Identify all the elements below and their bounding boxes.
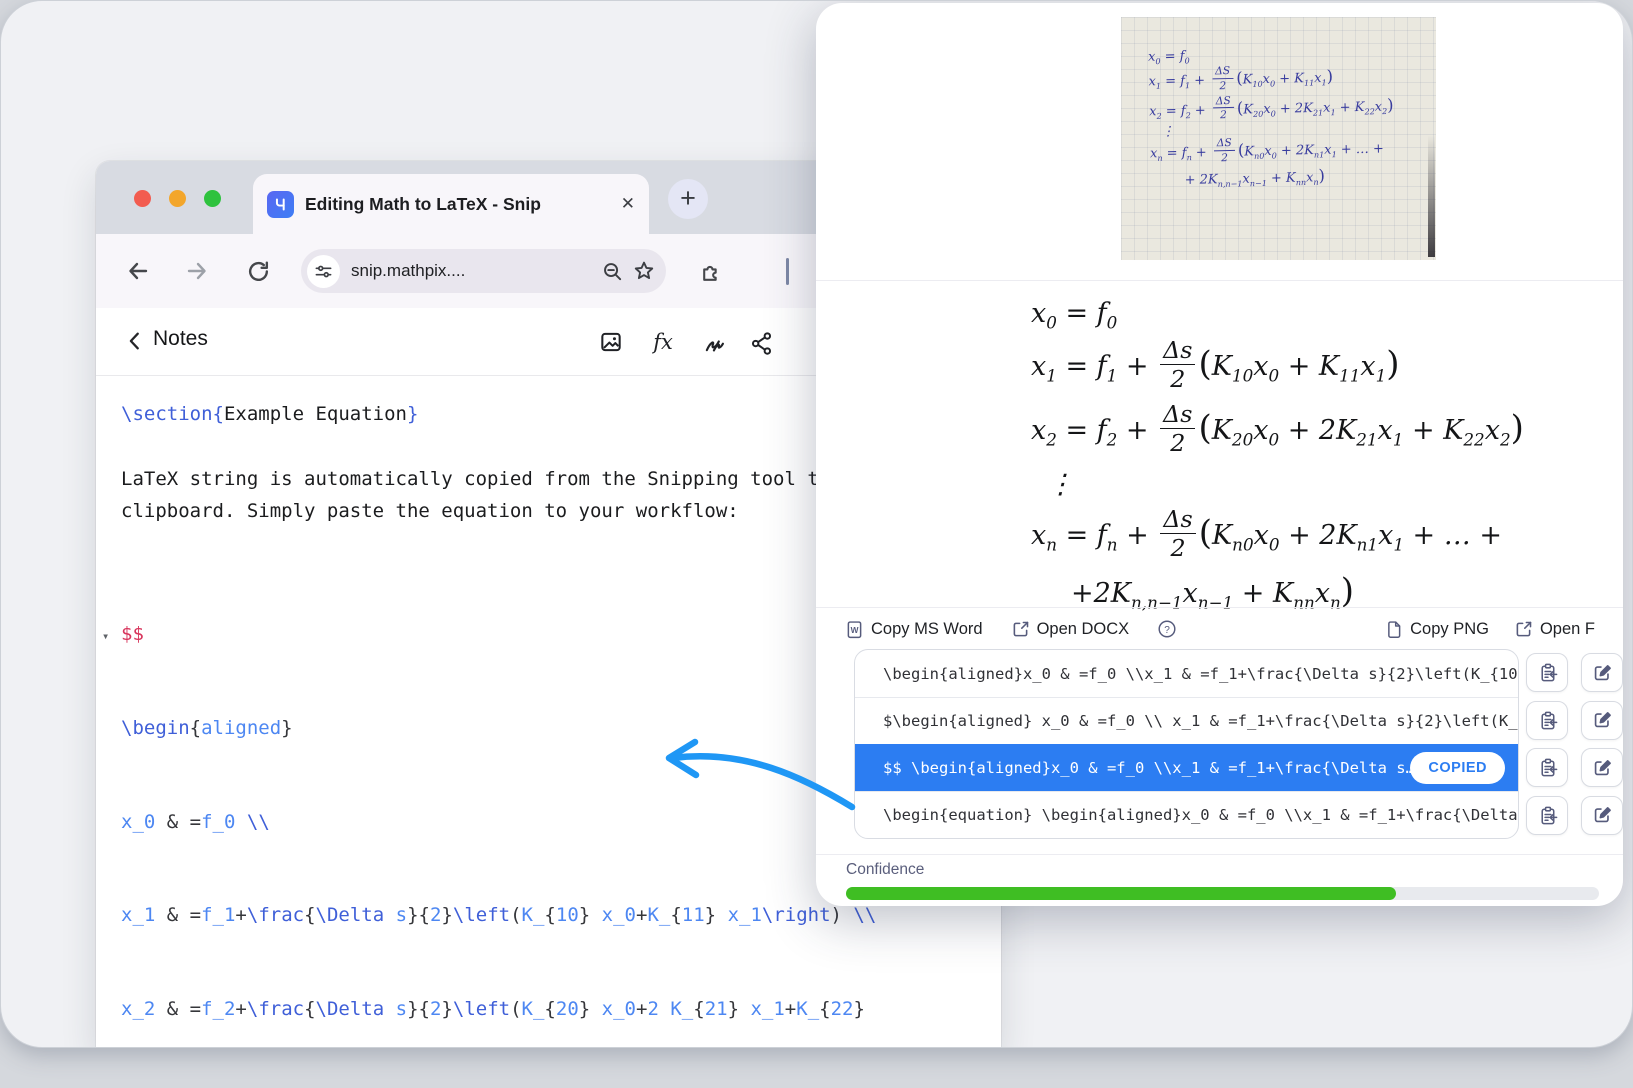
copy-png-button[interactable]: Copy PNG xyxy=(1383,619,1489,640)
row-action-buttons-column xyxy=(1526,649,1623,839)
insert-equation-icon[interactable]: fx xyxy=(648,327,678,357)
code-line: x_2 & =f_2+\frac{\Delta s}{2}\left(K_{20… xyxy=(121,994,876,1025)
back-button[interactable] xyxy=(118,251,158,291)
section-title: Example Equation xyxy=(224,403,407,425)
handwritten-line: + 2Kn,n−1xn−1 + Knnxn) xyxy=(1184,164,1431,190)
code-line: x_0 & =f_0 \\ xyxy=(121,807,876,838)
window-minimize-button[interactable] xyxy=(169,190,186,207)
handwritten-line: x0 = f0 xyxy=(1148,44,1429,66)
section-command: \section{ xyxy=(121,403,224,425)
open-docx-button[interactable]: Open DOCX xyxy=(1010,619,1130,640)
confidence-bar-fill xyxy=(846,887,1396,900)
copy-to-clipboard-button[interactable] xyxy=(1526,653,1568,692)
math-line: ⋮ xyxy=(1047,468,1524,502)
screenshot-canvas: Editing Math to LaTeX - Snip ✕ + snip.ma… xyxy=(0,0,1633,1088)
copy-ms-word-button[interactable]: W Copy MS Word xyxy=(844,619,983,640)
open-file-button[interactable]: Open F xyxy=(1513,619,1595,640)
rendered-math-preview: x0 = f0 x1 = f1 + Δs2(K10x0 + K11x1) x2 … xyxy=(1031,297,1524,622)
edit-format-button[interactable] xyxy=(1581,701,1623,740)
insert-image-icon[interactable] xyxy=(596,327,626,357)
toolbar-divider xyxy=(786,258,789,285)
screenshot-frame: Editing Math to LaTeX - Snip ✕ + snip.ma… xyxy=(0,0,1633,1048)
snipped-photo: x0 = f0 x1 = f1 + ΔS2(K10x0 + K11x1) x2 … xyxy=(1121,17,1436,260)
extensions-puzzle-icon[interactable] xyxy=(691,251,731,291)
url-text: snip.mathpix.... xyxy=(351,261,593,281)
share-icon[interactable] xyxy=(746,327,776,357)
confidence-divider xyxy=(816,854,1623,855)
math-line: x1 = f1 + Δs2(K10x0 + K11x1) xyxy=(1031,340,1524,395)
address-bar[interactable]: snip.mathpix.... xyxy=(301,249,666,293)
section-line: \section{Example Equation} xyxy=(121,403,418,425)
copy-to-clipboard-button[interactable] xyxy=(1526,748,1568,787)
math-line: x0 = f0 xyxy=(1031,297,1524,331)
draw-pen-icon[interactable] xyxy=(700,327,730,357)
help-icon[interactable]: ? xyxy=(1156,618,1178,640)
handwritten-line: x2 = f2 + ΔS2(K20x0 + 2K21x1 + K22x2) xyxy=(1149,93,1430,125)
mathpix-snip-panel: x0 = f0 x1 = f1 + ΔS2(K10x0 + K11x1) x2 … xyxy=(816,3,1623,906)
math-line: xn = fn + Δs2(Kn0x0 + 2Kn1x1 + … + xyxy=(1031,509,1524,564)
photo-edge-shadow xyxy=(1428,135,1435,257)
bookmark-star-icon[interactable] xyxy=(632,259,656,283)
code-line: x_1 & =f_1+\frac{\Delta s}{2}\left(K_{10… xyxy=(121,900,876,931)
edit-format-button[interactable] xyxy=(1581,796,1623,835)
math-line: x2 = f2 + Δs2(K20x0 + 2K21x1 + K22x2) xyxy=(1031,404,1524,459)
confidence-label: Confidence xyxy=(846,861,924,879)
body-paragraph: LaTeX string is automatically copied fro… xyxy=(121,463,923,527)
edit-format-button[interactable] xyxy=(1581,653,1623,692)
confidence-bar-track xyxy=(846,887,1599,900)
svg-text:W: W xyxy=(851,624,859,634)
zoom-out-icon[interactable] xyxy=(601,260,624,283)
code-line: \begin{aligned} xyxy=(121,713,876,744)
svg-text:?: ? xyxy=(1164,625,1170,636)
copy-to-clipboard-button[interactable] xyxy=(1526,701,1568,740)
window-zoom-button[interactable] xyxy=(204,190,221,207)
format-row-aligned[interactable]: \begin{aligned}x_0 & =f_0 \\x_1 & =f_1+\… xyxy=(855,650,1518,697)
site-settings-icon[interactable] xyxy=(307,255,340,288)
fold-triangle-icon[interactable]: ▾ xyxy=(102,621,109,652)
notes-back-button[interactable] xyxy=(124,330,146,352)
format-row-display-dollar-selected[interactable]: $$ \begin{aligned}x_0 & =f_0 \\x_1 & =f_… xyxy=(855,744,1518,791)
handwritten-equations: x0 = f0 x1 = f1 + ΔS2(K10x0 + K11x1) x2 … xyxy=(1121,17,1436,191)
reload-button[interactable] xyxy=(238,251,278,291)
format-row-equation[interactable]: \begin{equation} \begin{aligned}x_0 & =f… xyxy=(855,791,1518,838)
section-close-brace: } xyxy=(407,403,418,425)
copy-to-clipboard-button[interactable] xyxy=(1526,796,1568,835)
panel-divider xyxy=(816,280,1623,281)
handwritten-line: xn = fn + ΔS2(Kn0x0 + 2Kn1x1 + … + xyxy=(1150,135,1431,167)
export-actions-row: W Copy MS Word Open DOCX ? Copy PNG Open… xyxy=(816,607,1623,650)
tab-close-icon[interactable]: ✕ xyxy=(621,194,635,214)
handwritten-line: x1 = f1 + ΔS2(K10x0 + K11x1) xyxy=(1148,63,1429,95)
tab-title: Editing Math to LaTeX - Snip xyxy=(305,194,615,215)
notes-title: Notes xyxy=(153,327,208,351)
mathpix-favicon xyxy=(267,191,294,218)
latex-code-block: ▾$$ \begin{aligned} x_0 & =f_0 \\ x_1 & … xyxy=(121,557,876,1048)
new-tab-button[interactable]: + xyxy=(668,179,708,219)
copied-badge: COPIED xyxy=(1410,752,1505,784)
browser-tab[interactable]: Editing Math to LaTeX - Snip ✕ xyxy=(253,174,649,234)
format-options-list: \begin{aligned}x_0 & =f_0 \\x_1 & =f_1+\… xyxy=(854,649,1519,839)
forward-button[interactable] xyxy=(177,251,217,291)
code-line: ▾$$ xyxy=(121,619,876,650)
edit-format-button[interactable] xyxy=(1581,748,1623,787)
window-close-button[interactable] xyxy=(134,190,151,207)
format-row-inline-dollar[interactable]: $\begin{aligned} x_0 & =f_0 \\ x_1 & =f_… xyxy=(855,697,1518,744)
